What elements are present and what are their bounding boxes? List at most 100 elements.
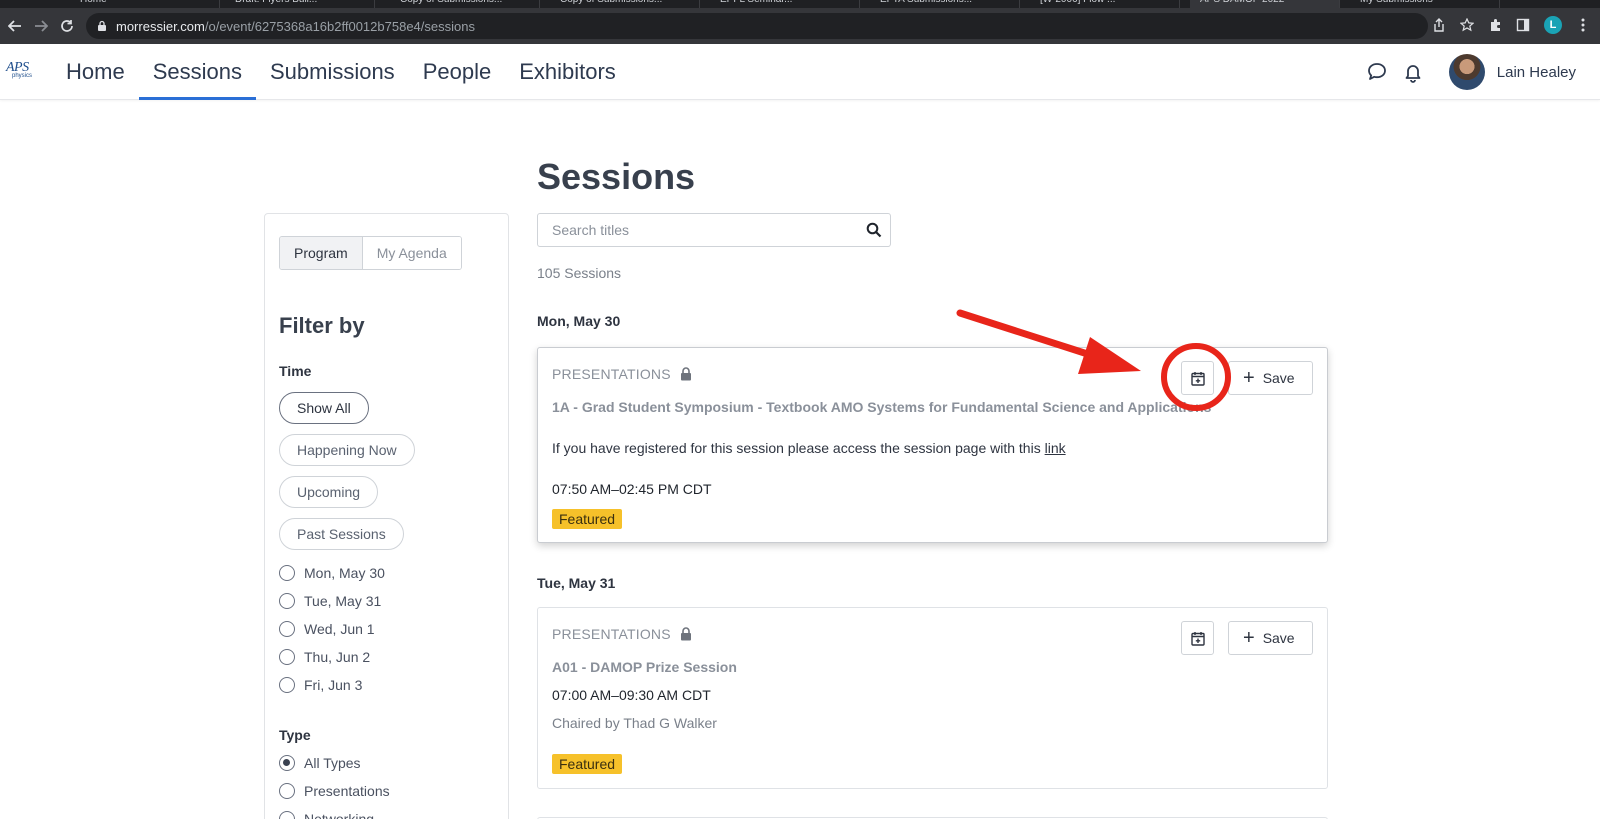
session-type-label: PRESENTATIONS xyxy=(552,626,671,642)
main-nav: Home Sessions Submissions People Exhibit… xyxy=(52,44,630,100)
address-bar[interactable]: morressier.com/o/event/6275368a16b2ff001… xyxy=(86,13,1428,39)
type-filter-heading: Type xyxy=(279,727,311,743)
time-filter-heading: Time xyxy=(279,363,312,379)
time-filter-upcoming[interactable]: Upcoming xyxy=(279,476,379,508)
radio-button[interactable] xyxy=(279,783,295,799)
star-icon[interactable] xyxy=(1460,18,1474,32)
browser-menu-icon[interactable] xyxy=(1576,18,1590,32)
radio-button[interactable] xyxy=(279,649,295,665)
browser-tab[interactable]: Home xyxy=(70,0,220,8)
lock-icon xyxy=(680,367,691,381)
reload-icon[interactable] xyxy=(56,15,78,37)
date-option-label: Fri, Jun 3 xyxy=(304,677,363,693)
nav-exhibitors[interactable]: Exhibitors xyxy=(505,44,630,100)
date-option-label: Mon, May 30 xyxy=(304,565,385,581)
bell-icon[interactable] xyxy=(1401,60,1425,84)
extensions-icon[interactable] xyxy=(1488,18,1502,32)
session-chair: Chaired by Thad G Walker xyxy=(552,715,717,731)
forward-icon[interactable] xyxy=(30,15,52,37)
chat-icon[interactable] xyxy=(1365,60,1389,84)
browser-tab[interactable]: Copy of Submissions... xyxy=(390,0,540,8)
share-icon[interactable] xyxy=(1432,18,1446,32)
nav-people[interactable]: People xyxy=(409,44,506,100)
date-option[interactable]: Mon, May 30 xyxy=(279,565,385,581)
nav-submissions[interactable]: Submissions xyxy=(256,44,409,100)
radio-button[interactable] xyxy=(279,811,295,819)
back-icon[interactable] xyxy=(4,15,26,37)
lock-icon xyxy=(98,20,106,31)
date-option[interactable]: Fri, Jun 3 xyxy=(279,677,362,693)
session-card[interactable]: PRESENTATIONS + Save 1A - Grad Student Sy… xyxy=(537,347,1328,543)
browser-tab-active[interactable]: APS DAMOP 2022 xyxy=(1190,0,1340,8)
session-title[interactable]: A01 - DAMOP Prize Session xyxy=(552,659,737,675)
tab-my-agenda[interactable]: My Agenda xyxy=(362,237,461,269)
browser-tab[interactable]: My Submissions xyxy=(1350,0,1500,8)
session-title[interactable]: 1A - Grad Student Symposium - Textbook A… xyxy=(552,399,1211,415)
save-label: Save xyxy=(1262,370,1295,386)
lock-icon xyxy=(680,627,691,641)
session-time: 07:00 AM–09:30 AM CDT xyxy=(552,687,711,703)
add-to-calendar-button[interactable] xyxy=(1181,361,1214,395)
browser-tab[interactable]: Draft: Flyers Bull... xyxy=(225,0,375,8)
nav-sessions[interactable]: Sessions xyxy=(138,44,257,100)
sidepanel-icon[interactable] xyxy=(1516,18,1530,32)
type-option[interactable]: Presentations xyxy=(279,783,390,799)
radio-button[interactable] xyxy=(279,593,295,609)
session-type-label: PRESENTATIONS xyxy=(552,366,671,382)
browser-tools: L xyxy=(1432,16,1590,34)
date-option[interactable]: Thu, Jun 2 xyxy=(279,649,370,665)
browser-tab[interactable]: EFTA Submissions... xyxy=(870,0,1020,8)
date-option-label: Thu, Jun 2 xyxy=(304,649,371,665)
browser-tab[interactable]: EPFL Seminar... xyxy=(710,0,860,8)
date-option-label: Wed, Jun 1 xyxy=(304,621,375,637)
url-path: /o/event/6275368a16b2ff0012b758e4/sessio… xyxy=(204,18,475,34)
calendar-plus-icon xyxy=(1190,631,1205,646)
type-option-label: Networking xyxy=(304,811,375,819)
session-access-note: If you have registered for this session … xyxy=(552,440,1066,456)
user-name[interactable]: Lain Healey xyxy=(1497,64,1576,81)
plus-icon: + xyxy=(1243,367,1255,389)
session-card[interactable]: PRESENTATIONS + Save A01 - DAMOP Prize Se… xyxy=(537,607,1328,789)
type-option[interactable]: All Types xyxy=(279,755,361,771)
user-avatar[interactable] xyxy=(1448,54,1485,90)
save-session-button[interactable]: + Save xyxy=(1228,621,1313,655)
time-filter-happening-now[interactable]: Happening Now xyxy=(279,434,415,466)
tab-program[interactable]: Program xyxy=(280,237,363,269)
radio-button[interactable] xyxy=(279,565,295,581)
browser-tab-strip: Home Draft: Flyers Bull... Copy of Submi… xyxy=(0,0,1600,8)
logo-subtext: physics xyxy=(12,73,33,79)
type-option-label: All Types xyxy=(304,755,361,771)
radio-button-checked[interactable] xyxy=(279,755,295,771)
aps-logo[interactable]: APS physics xyxy=(6,58,36,84)
calendar-plus-icon xyxy=(1190,371,1205,386)
browser-tab[interactable]: Copy of Submissions... xyxy=(550,0,700,8)
session-type: PRESENTATIONS xyxy=(552,626,692,642)
search-input[interactable] xyxy=(538,214,838,246)
featured-badge: Featured xyxy=(552,754,623,774)
radio-button[interactable] xyxy=(279,621,295,637)
type-option-label: Presentations xyxy=(304,783,390,799)
save-session-button[interactable]: + Save xyxy=(1228,361,1313,395)
time-filter-show-all[interactable]: Show All xyxy=(279,392,369,424)
page-title: Sessions xyxy=(537,156,696,197)
type-option[interactable]: Networking xyxy=(279,811,374,819)
date-option[interactable]: Wed, Jun 1 xyxy=(279,621,375,637)
browser-toolbar: morressier.com/o/event/6275368a16b2ff001… xyxy=(0,8,1600,44)
filter-sidebar: Program My Agenda Filter by Time Show Al… xyxy=(264,213,509,819)
session-type: PRESENTATIONS xyxy=(552,366,692,382)
access-note-text: If you have registered for this session … xyxy=(552,440,1045,456)
date-option[interactable]: Tue, May 31 xyxy=(279,593,381,609)
add-to-calendar-button[interactable] xyxy=(1181,621,1214,655)
date-option-label: Tue, May 31 xyxy=(304,593,382,609)
search-icon[interactable] xyxy=(866,222,882,238)
nav-home[interactable]: Home xyxy=(52,44,139,100)
radio-button[interactable] xyxy=(279,677,295,693)
browser-tab[interactable]: [W-2006] Flow ... xyxy=(1030,0,1180,8)
time-filter-past-sessions[interactable]: Past Sessions xyxy=(279,518,404,550)
browser-profile-avatar[interactable]: L xyxy=(1544,16,1562,34)
session-page-link[interactable]: link xyxy=(1045,440,1066,456)
date-heading: Mon, May 30 xyxy=(537,313,621,329)
filter-heading: Filter by xyxy=(279,313,365,338)
session-time: 07:50 AM–02:45 PM CDT xyxy=(552,481,712,497)
view-toggle: Program My Agenda xyxy=(279,236,462,270)
